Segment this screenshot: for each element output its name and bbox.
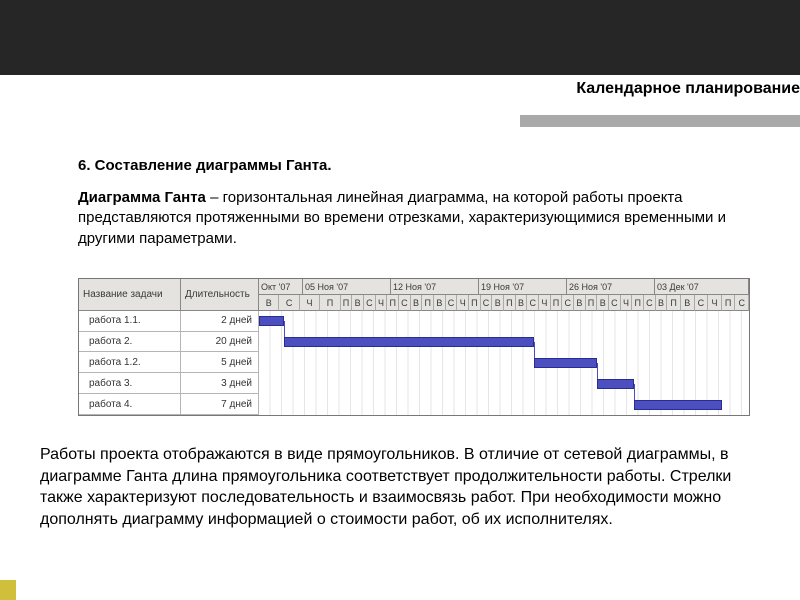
task-duration: 7 дней xyxy=(181,394,259,415)
task-name: работа 4. xyxy=(79,394,181,415)
week-label: 26 Ноя '07 xyxy=(567,279,655,295)
task-name: работа 2. xyxy=(79,332,181,353)
gantt-bar xyxy=(259,316,284,326)
task-duration: 20 дней xyxy=(181,332,259,353)
table-row: работа 4. 7 дней xyxy=(79,394,259,415)
table-row: работа 1.2. 5 дней xyxy=(79,352,259,373)
week-label: 19 Ноя '07 xyxy=(479,279,567,295)
section-heading: 6. Составление диаграммы Ганта. xyxy=(78,156,738,176)
week-label: Окт '07 xyxy=(259,279,303,295)
table-row: работа 1.1. 2 дней xyxy=(79,311,259,332)
task-name: работа 3. xyxy=(79,373,181,394)
definition-paragraph: Диаграмма Ганта – горизонтальная линейна… xyxy=(78,188,738,249)
table-row: работа 3. 3 дней xyxy=(79,373,259,394)
header-dark-bar xyxy=(0,0,800,75)
gantt-bars-area xyxy=(259,311,749,415)
task-name: работа 1.2. xyxy=(79,352,181,373)
gantt-table-header: Название задачи Длительность xyxy=(79,279,259,311)
col-header-duration: Длительность xyxy=(181,279,259,311)
gantt-bar xyxy=(534,358,597,368)
col-header-name: Название задачи xyxy=(79,279,181,311)
table-row: работа 2. 20 дней xyxy=(79,332,259,353)
timeline-days: ВСЧППВСЧПСВПВСЧПСВПВСЧПСВПВСЧПСВПВСЧПС xyxy=(259,295,749,311)
accent-bar xyxy=(520,115,800,127)
footer-paragraph: Работы проекта отображаются в виде прямо… xyxy=(40,444,760,530)
gantt-bar xyxy=(597,379,635,389)
task-duration: 3 дней xyxy=(181,373,259,394)
task-name: работа 1.1. xyxy=(79,311,181,332)
gantt-timeline: Окт '07 05 Ноя '07 12 Ноя '07 19 Ноя '07… xyxy=(259,279,749,415)
definition-term: Диаграмма Ганта xyxy=(78,189,206,206)
gantt-bar xyxy=(284,337,534,347)
week-label: 05 Ноя '07 xyxy=(303,279,391,295)
gantt-bar xyxy=(634,400,722,410)
corner-square-icon xyxy=(0,580,16,600)
week-label: 12 Ноя '07 xyxy=(391,279,479,295)
gantt-table: Название задачи Длительность работа 1.1.… xyxy=(79,279,259,415)
slide: Календарное планирование 6. Составление … xyxy=(0,0,800,600)
week-label: 03 Дек '07 xyxy=(655,279,749,295)
task-duration: 2 дней xyxy=(181,311,259,332)
page-title: Календарное планирование xyxy=(576,80,800,98)
timeline-weeks: Окт '07 05 Ноя '07 12 Ноя '07 19 Ноя '07… xyxy=(259,279,749,295)
gantt-chart: Название задачи Длительность работа 1.1.… xyxy=(78,278,750,416)
task-duration: 5 дней xyxy=(181,352,259,373)
